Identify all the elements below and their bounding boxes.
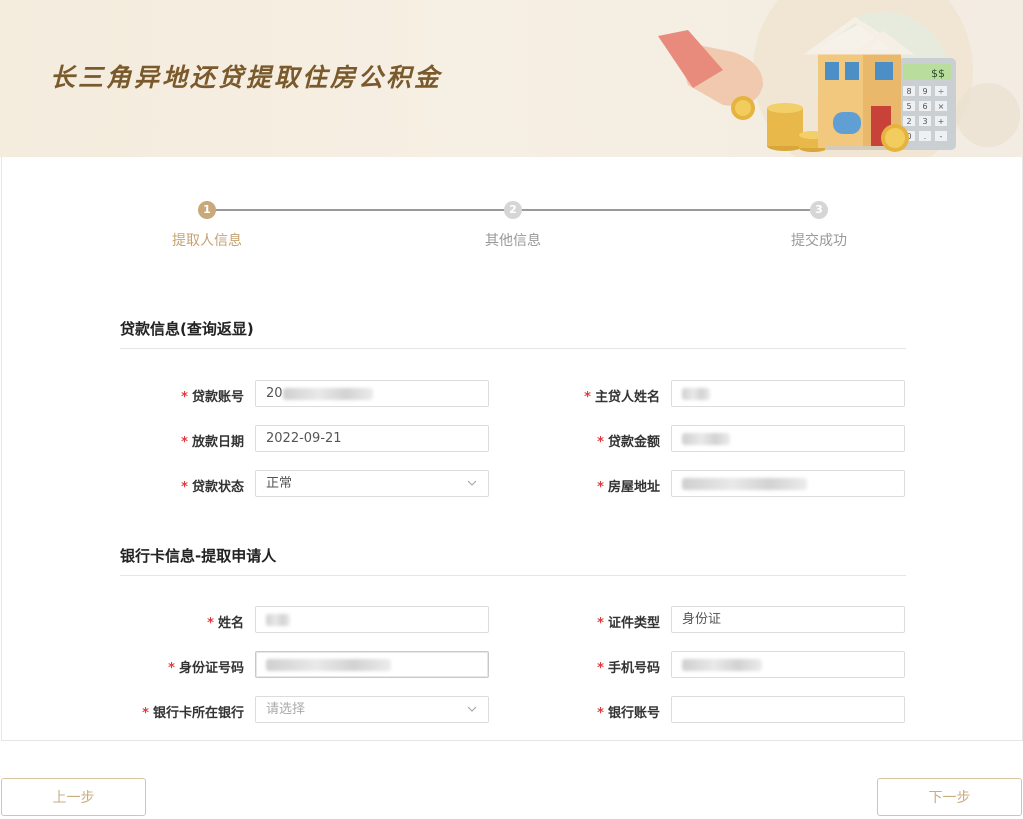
loan-amount-field[interactable] bbox=[671, 425, 905, 452]
house-finance-illustration: $$ 89÷ 56× 23+ 0.- bbox=[563, 0, 1023, 157]
id-number-label: *身份证号码 bbox=[104, 657, 244, 676]
calc-key: . bbox=[924, 132, 927, 141]
chevron-down-icon bbox=[466, 703, 478, 715]
page-title: 长三角异地还贷提取住房公积金 bbox=[50, 58, 442, 94]
step-2-label: 其他信息 bbox=[453, 230, 573, 250]
prev-step-button[interactable]: 上一步 bbox=[1, 778, 146, 816]
calc-key: × bbox=[938, 102, 945, 111]
loan-status-select[interactable]: 正常 bbox=[255, 470, 489, 497]
calc-key: 2 bbox=[906, 117, 911, 126]
loan-account-label: *贷款账号 bbox=[104, 386, 244, 405]
form-card: 1 2 3 提取人信息 其他信息 提交成功 贷款信息(查询返显) *贷款账号 2… bbox=[1, 157, 1023, 741]
progress-stepper: 1 2 3 提取人信息 其他信息 提交成功 bbox=[2, 157, 1022, 267]
loan-date-field[interactable]: 2022-09-21 bbox=[255, 425, 489, 452]
loan-account-field[interactable]: 20 bbox=[255, 380, 489, 407]
calc-key: - bbox=[940, 132, 943, 141]
id-type-field[interactable]: 身份证 bbox=[671, 606, 905, 633]
bank-label: *银行卡所在银行 bbox=[104, 702, 244, 721]
loan-date-label: *放款日期 bbox=[104, 431, 244, 450]
next-step-button[interactable]: 下一步 bbox=[877, 778, 1022, 816]
calc-key: ÷ bbox=[938, 87, 945, 96]
phone-label: *手机号码 bbox=[520, 657, 660, 676]
loan-amount-label: *贷款金额 bbox=[520, 431, 660, 450]
bank-select[interactable]: 请选择 bbox=[255, 696, 489, 723]
step-2-indicator: 2 bbox=[504, 201, 522, 219]
calc-key: 9 bbox=[922, 87, 927, 96]
step-3-indicator: 3 bbox=[810, 201, 828, 219]
house-address-field[interactable] bbox=[671, 470, 905, 497]
step-connector bbox=[215, 209, 509, 211]
loan-status-label: *贷款状态 bbox=[104, 476, 244, 495]
phone-field[interactable] bbox=[671, 651, 905, 678]
step-3-label: 提交成功 bbox=[759, 230, 879, 250]
step-1-indicator: 1 bbox=[198, 201, 216, 219]
step-connector bbox=[521, 209, 815, 211]
header-banner: 长三角异地还贷提取住房公积金 $$ 89÷ 56× 23+ 0.- bbox=[0, 0, 1023, 157]
calc-key: 8 bbox=[906, 87, 911, 96]
bank-section-title: 银行卡信息-提取申请人 bbox=[120, 545, 906, 576]
name-field[interactable] bbox=[255, 606, 489, 633]
id-type-label: *证件类型 bbox=[520, 612, 660, 631]
bank-account-label: *银行账号 bbox=[520, 702, 660, 721]
calc-key: 5 bbox=[906, 102, 911, 111]
name-label: *姓名 bbox=[104, 612, 244, 631]
borrower-name-field[interactable] bbox=[671, 380, 905, 407]
calc-key: 6 bbox=[922, 102, 927, 111]
bank-account-field[interactable] bbox=[671, 696, 905, 723]
step-1-label: 提取人信息 bbox=[147, 230, 267, 250]
loan-section-title: 贷款信息(查询返显) bbox=[120, 318, 906, 349]
house-address-label: *房屋地址 bbox=[520, 476, 660, 495]
calc-key: + bbox=[938, 117, 945, 126]
calculator-display: $$ bbox=[931, 67, 945, 80]
chevron-down-icon bbox=[466, 477, 478, 489]
calc-key: 3 bbox=[922, 117, 927, 126]
id-number-field[interactable] bbox=[255, 651, 489, 678]
borrower-name-label: *主贷人姓名 bbox=[520, 386, 660, 405]
